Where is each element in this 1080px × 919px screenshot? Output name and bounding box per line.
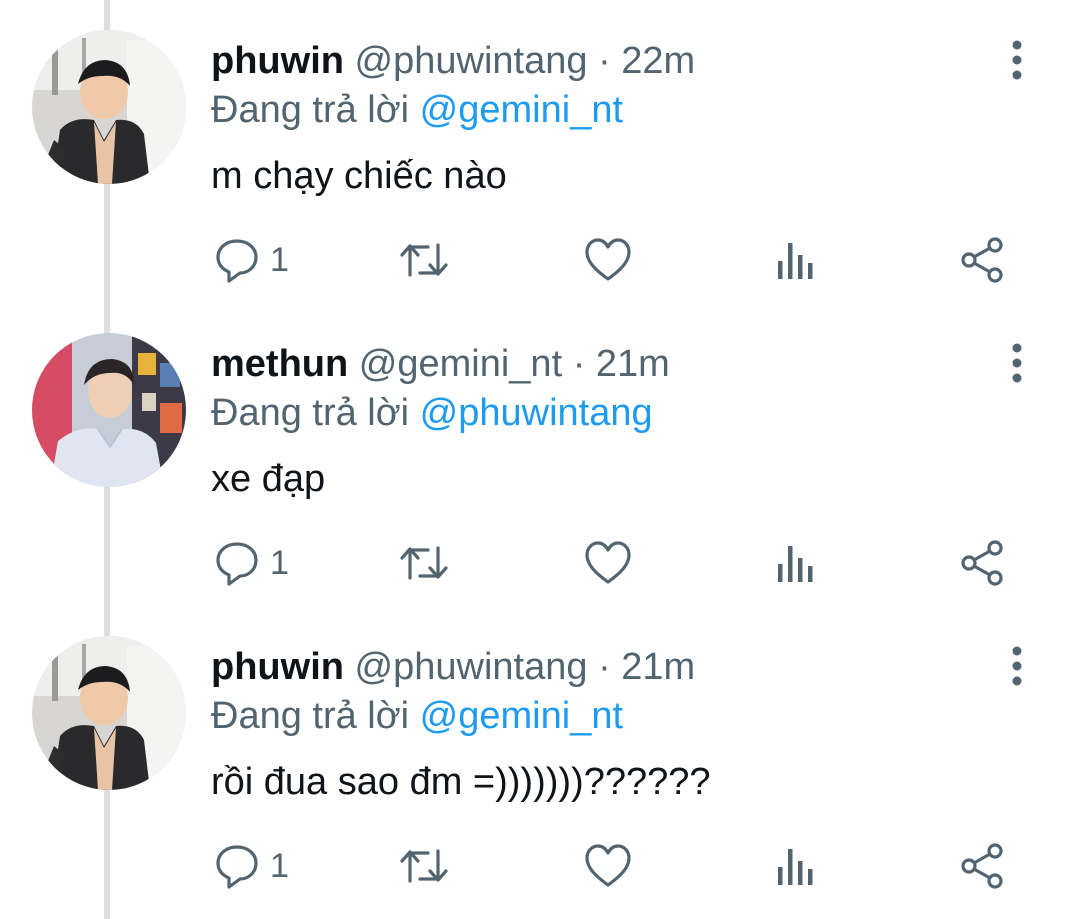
like-button[interactable] xyxy=(584,842,632,890)
views-button[interactable] xyxy=(776,539,816,587)
views-button[interactable] xyxy=(776,842,816,890)
tweet-header: phuwin @phuwintang · 22m xyxy=(211,38,695,84)
timestamp[interactable]: 21m xyxy=(621,646,695,688)
avatar-phuwin[interactable] xyxy=(32,636,186,790)
like-button[interactable] xyxy=(584,236,632,284)
tweet-header: phuwin @phuwintang · 21m xyxy=(211,644,695,690)
share-icon xyxy=(961,843,1003,889)
heart-icon xyxy=(585,844,631,887)
separator-dot: · xyxy=(598,646,611,688)
reply-count: 1 xyxy=(270,846,289,885)
tweet[interactable]: phuwin @phuwintang · 21m Đang trả lời @g… xyxy=(0,606,1080,909)
separator-dot: · xyxy=(572,343,586,385)
avatar-phuwin[interactable] xyxy=(32,30,186,184)
analytics-icon xyxy=(778,243,813,279)
timestamp[interactable]: 21m xyxy=(596,343,670,385)
replying-to-label: Đang trả lời xyxy=(211,89,410,131)
reply-button[interactable]: 1 xyxy=(214,236,289,284)
views-button[interactable] xyxy=(776,236,816,284)
separator-dot: · xyxy=(598,40,611,82)
reply-button[interactable]: 1 xyxy=(214,842,289,890)
retweet-icon xyxy=(400,849,448,883)
replying-to-label: Đang trả lời xyxy=(211,695,410,737)
reply-bubble-icon xyxy=(216,845,258,889)
share-button[interactable] xyxy=(960,236,1006,284)
reply-button[interactable]: 1 xyxy=(214,539,289,587)
user-handle[interactable]: @gemini_nt xyxy=(359,343,562,385)
retweet-button[interactable] xyxy=(398,236,450,284)
display-name[interactable]: phuwin xyxy=(211,40,344,82)
tweet-header: methun @gemini_nt · 21m xyxy=(211,341,670,387)
replying-to: Đang trả lời @gemini_nt xyxy=(211,693,623,739)
heart-icon xyxy=(585,541,631,584)
share-button[interactable] xyxy=(960,539,1006,587)
mention-link[interactable]: @gemini_nt xyxy=(420,695,623,737)
share-button[interactable] xyxy=(960,842,1006,890)
analytics-icon xyxy=(778,849,813,885)
mention-link[interactable]: @gemini_nt xyxy=(420,89,623,131)
reply-bubble-icon xyxy=(216,239,258,283)
tweet[interactable]: methun @gemini_nt · 21m Đang trả lời @ph… xyxy=(0,303,1080,606)
heart-icon xyxy=(585,238,631,281)
replying-to: Đang trả lời @phuwintang xyxy=(211,390,653,436)
tweet-text: m chạy chiếc nào xyxy=(211,155,507,197)
reply-count: 1 xyxy=(270,543,289,582)
display-name[interactable]: phuwin xyxy=(211,646,344,688)
user-handle[interactable]: @phuwintang xyxy=(355,646,588,688)
retweet-icon xyxy=(400,243,448,277)
tweet-text: xe đạp xyxy=(211,458,326,500)
timestamp[interactable]: 22m xyxy=(621,40,695,82)
retweet-button[interactable] xyxy=(398,842,450,890)
reply-bubble-icon xyxy=(216,542,258,586)
retweet-icon xyxy=(400,546,448,580)
share-icon xyxy=(961,540,1003,586)
more-vertical-icon[interactable] xyxy=(1000,646,1034,686)
mention-link[interactable]: @phuwintang xyxy=(420,392,653,434)
avatar-methun[interactable] xyxy=(32,333,186,487)
display-name[interactable]: methun xyxy=(211,343,348,385)
replying-to: Đang trả lời @gemini_nt xyxy=(211,87,623,133)
analytics-icon xyxy=(778,546,813,582)
replying-to-label: Đang trả lời xyxy=(211,392,410,434)
user-handle[interactable]: @phuwintang xyxy=(355,40,588,82)
more-vertical-icon[interactable] xyxy=(1000,343,1034,383)
tweet-text: rồi đua sao đm =)))))))?????? xyxy=(211,761,711,803)
share-icon xyxy=(961,237,1003,283)
reply-count: 1 xyxy=(270,240,289,279)
more-vertical-icon[interactable] xyxy=(1000,40,1034,80)
like-button[interactable] xyxy=(584,539,632,587)
tweet[interactable]: phuwin @phuwintang · 22m Đang trả lời @g… xyxy=(0,0,1080,303)
retweet-button[interactable] xyxy=(398,539,450,587)
